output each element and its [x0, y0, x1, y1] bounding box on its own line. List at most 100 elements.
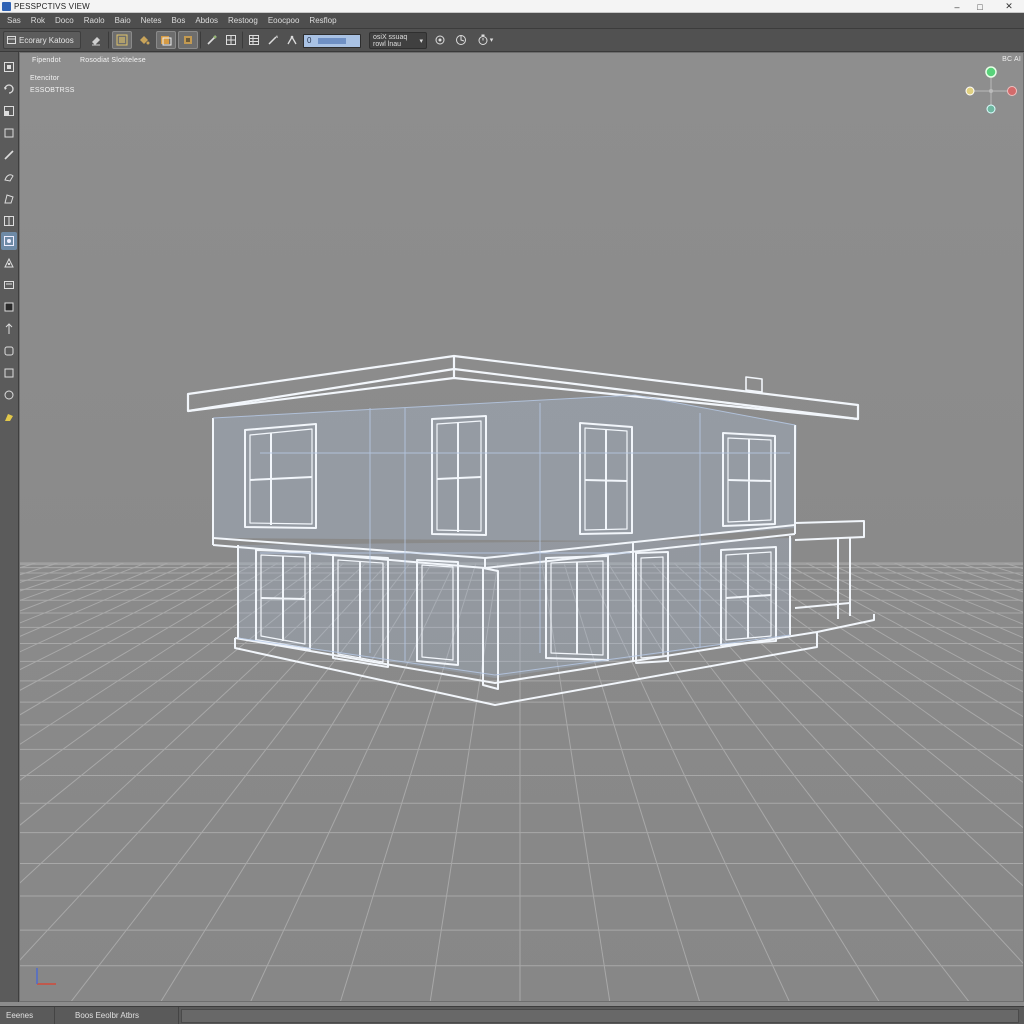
- left-tool-palette: [0, 52, 19, 1002]
- camera-button[interactable]: [431, 31, 449, 49]
- chevron-down-icon: ▾: [489, 37, 494, 44]
- tool-frame[interactable]: [1, 342, 17, 360]
- menu-item-5[interactable]: Baio: [110, 14, 136, 28]
- paint-bucket-button[interactable]: [134, 31, 154, 49]
- perspective-viewport[interactable]: Fipendot Rosodiat Slotitelese Etencitor …: [19, 52, 1024, 1002]
- title-bar: PESSPCTIVS VIEW – □ ✕: [0, 0, 1024, 13]
- neg-y-axis-handle[interactable]: [986, 104, 996, 114]
- layers-icon: [161, 36, 172, 46]
- rotate-icon: [4, 84, 14, 94]
- grid-select-button[interactable]: [112, 31, 132, 49]
- select-icon: [4, 62, 14, 72]
- toolbar-separator: [108, 31, 110, 49]
- eye-icon: [4, 368, 14, 378]
- eraser-icon: [92, 37, 100, 46]
- tool-light[interactable]: [1, 298, 17, 316]
- view-options-dropdown[interactable]: osiX ssuaq rowl lnau ▾: [369, 32, 427, 49]
- light-icon: [4, 302, 14, 312]
- tool-scale-object[interactable]: [1, 320, 17, 338]
- viewport-stats-line-2: ESSOBTRSS: [30, 87, 75, 94]
- chevron-down-icon: ▾: [419, 38, 423, 45]
- menu-item-2[interactable]: Rok: [26, 14, 50, 28]
- y-axis-handle[interactable]: [985, 66, 997, 78]
- orbit-button[interactable]: [283, 31, 301, 49]
- tool-display[interactable]: [1, 276, 17, 294]
- menu-item-10[interactable]: Eoocpoo: [263, 14, 305, 28]
- pencil-icon: [4, 150, 14, 160]
- edit-mesh-icon: [4, 257, 14, 268]
- viewport-mode-label[interactable]: Fipendot: [32, 57, 61, 64]
- maximize-button[interactable]: □: [969, 0, 991, 13]
- tool-select[interactable]: [1, 58, 17, 76]
- menu-item-6[interactable]: Netes: [136, 14, 167, 28]
- shape-icon: [4, 194, 14, 204]
- house-upper-glass: [213, 395, 797, 541]
- z-axis-handle[interactable]: [965, 86, 975, 96]
- close-button[interactable]: ✕: [998, 0, 1020, 13]
- tool-rotate[interactable]: [1, 80, 17, 98]
- gizmo-center: [989, 89, 993, 93]
- status-prompt-field[interactable]: [181, 1008, 1019, 1023]
- view-options-label: osiX ssuaq rowl lnau: [373, 33, 408, 48]
- tool-paint[interactable]: [1, 168, 17, 186]
- value-input[interactable]: 0: [303, 34, 361, 48]
- menu-item-8[interactable]: Abdos: [190, 14, 223, 28]
- layers-button[interactable]: [156, 31, 176, 49]
- scale-object-icon: [5, 323, 13, 334]
- clock-icon: [478, 34, 488, 45]
- tool-shape[interactable]: [1, 190, 17, 208]
- workspace-selector[interactable]: Ecorary Katoos: [3, 31, 81, 49]
- app-window: PESSPCTIVS VIEW – □ ✕ Sas Rok Doco Raolo…: [0, 0, 1024, 1024]
- paint-bucket-icon: [140, 36, 150, 45]
- tool-view[interactable]: [1, 386, 17, 404]
- box-button[interactable]: [178, 31, 198, 49]
- tool-highlight[interactable]: [1, 408, 17, 426]
- status-left-text: Eeenes: [0, 1006, 55, 1024]
- eraser-button[interactable]: [86, 31, 106, 49]
- render-button[interactable]: [452, 31, 470, 49]
- menu-item-1[interactable]: Sas: [2, 14, 26, 28]
- snap-grid-button[interactable]: [222, 31, 240, 49]
- stylus-button[interactable]: [245, 31, 263, 49]
- menu-item-9[interactable]: Restoog: [223, 14, 263, 28]
- viewport-canvas[interactable]: [20, 53, 1024, 1002]
- value-input-fill: [318, 38, 346, 44]
- minimize-button[interactable]: –: [946, 0, 968, 13]
- tool-eye[interactable]: [1, 364, 17, 382]
- stylus-icon: [249, 35, 259, 45]
- tool-pencil[interactable]: [1, 146, 17, 164]
- workspace-icon: [7, 36, 16, 44]
- status-bar: Eeenes Boos Eeolbr Atbrs: [0, 1006, 1024, 1024]
- grid-select-icon: [116, 34, 128, 46]
- grid-icon: [4, 216, 14, 226]
- tool-node[interactable]: [1, 232, 17, 250]
- menu-bar: Sas Rok Doco Raolo Baio Netes Bos Abdos …: [0, 13, 1024, 29]
- menu-item-3[interactable]: Doco: [50, 14, 79, 28]
- viewport-stats-line-1: Etencitor: [30, 75, 60, 82]
- menu-item-7[interactable]: Bos: [167, 14, 191, 28]
- x-axis-handle[interactable]: [1007, 86, 1017, 96]
- menu-item-11[interactable]: Resflop: [304, 14, 341, 28]
- clock-button[interactable]: ▾: [473, 31, 497, 49]
- rectangle-icon: [4, 128, 14, 138]
- tool-scale[interactable]: [1, 102, 17, 120]
- pencil-icon: [207, 35, 217, 45]
- viewport-corner-label[interactable]: BC AI: [1002, 56, 1021, 63]
- tool-grid[interactable]: [1, 212, 17, 230]
- workspace-label: Ecorary Katoos: [19, 35, 74, 45]
- tool-edit-mesh[interactable]: [1, 254, 17, 272]
- view-icon: [4, 390, 14, 400]
- value-input-text: 0: [307, 36, 312, 45]
- paint-icon: [4, 174, 14, 182]
- frame-icon: [4, 346, 14, 356]
- box-icon: [184, 36, 192, 44]
- pencil-button[interactable]: [203, 31, 221, 49]
- toolbar-separator: [200, 31, 202, 49]
- move-tool-button[interactable]: [264, 31, 282, 49]
- scale-icon: [4, 106, 14, 116]
- node-icon: [4, 236, 14, 246]
- tool-rectangle[interactable]: [1, 124, 17, 142]
- menu-item-4[interactable]: Raolo: [79, 14, 110, 28]
- viewport-shading-label[interactable]: Rosodiat Slotitelese: [80, 57, 146, 64]
- move-tool-icon: [268, 35, 278, 45]
